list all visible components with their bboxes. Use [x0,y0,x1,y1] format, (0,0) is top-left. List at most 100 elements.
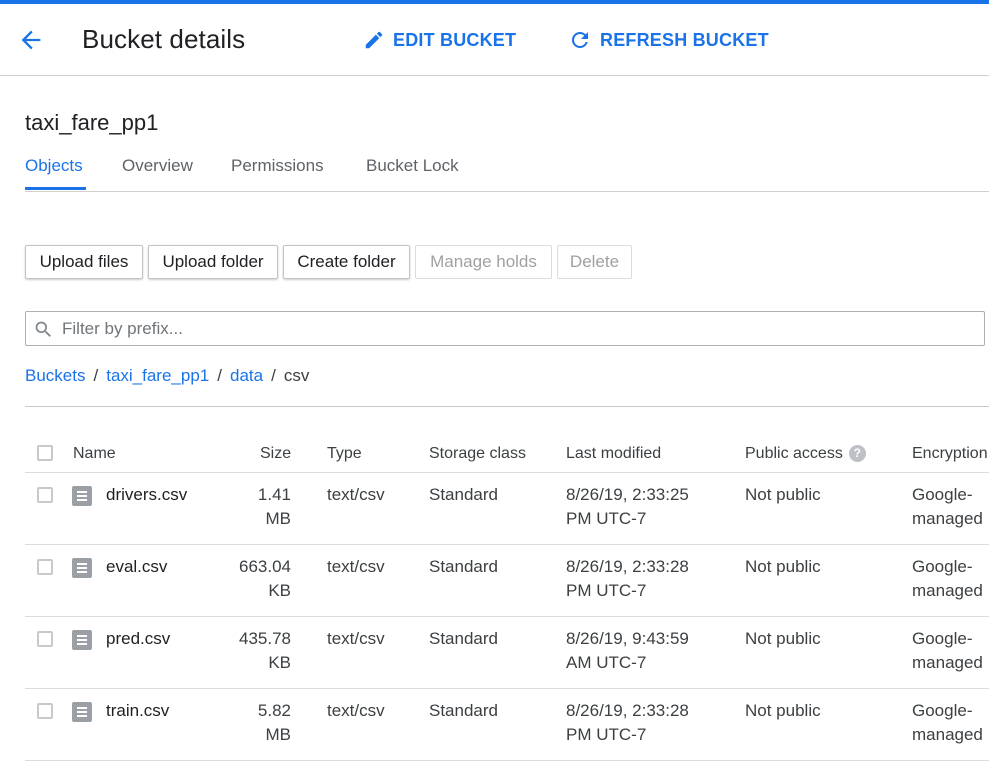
file-type: text/csv [327,485,385,504]
filter-input[interactable] [62,312,962,345]
file-icon [72,630,92,650]
public-access: Not public [745,557,821,576]
encryption-line1: Google- [912,701,973,720]
col-name[interactable]: Name [73,445,116,463]
create-folder-button[interactable]: Create folder [283,245,410,279]
file-size-unit: KB [268,581,291,600]
public-access: Not public [745,701,821,720]
divider [25,406,989,407]
file-size: 5.82 MB [215,699,291,747]
modified-zone: PM UTC-7 [566,581,647,600]
file-name[interactable]: train.csv [106,699,169,723]
table-row[interactable]: eval.csv 663.04 KB text/csv Standard 8/26… [25,545,989,617]
pencil-icon [365,31,383,49]
modified-zone: PM UTC-7 [566,725,647,744]
file-type: text/csv [327,629,385,648]
upload-folder-button[interactable]: Upload folder [148,245,278,279]
file-type: text/csv [327,557,385,576]
storage-class: Standard [429,557,498,576]
row-checkbox[interactable] [37,631,53,647]
breadcrumb: Buckets / taxi_fare_pp1 / data / csv [25,366,309,386]
file-icon [72,558,92,578]
page-header: Bucket details EDIT BUCKET REFRESH BUCKE… [0,4,989,76]
delete-button[interactable]: Delete [557,245,632,279]
encryption-line2: managed [912,509,983,528]
encryption: Google-managed [912,555,989,603]
select-all-checkbox[interactable] [37,445,53,461]
modified-date: 8/26/19, 2:33:28 [566,557,689,576]
tab-permissions[interactable]: Permissions [231,156,324,176]
file-size-value: 435.78 [239,629,291,648]
file-type: text/csv [327,701,385,720]
col-storage-class[interactable]: Storage class [429,445,526,463]
filter-box [25,311,985,346]
refresh-bucket-label: REFRESH BUCKET [600,29,769,50]
storage-class: Standard [429,485,498,504]
row-checkbox[interactable] [37,703,53,719]
encryption-line1: Google- [912,557,973,576]
table-row[interactable]: pred.csv 435.78 KB text/csv Standard 8/26… [25,617,989,689]
file-size: 435.78 KB [215,627,291,675]
bucket-name: taxi_fare_pp1 [25,110,159,135]
file-icon [72,486,92,506]
encryption-line2: managed [912,725,983,744]
breadcrumb-data[interactable]: data [230,366,263,385]
col-type[interactable]: Type [327,445,362,463]
help-icon[interactable]: ? [848,445,866,463]
col-size[interactable]: Size [260,445,291,463]
page-title: Bucket details [82,24,246,54]
last-modified: 8/26/19, 2:33:25 PM UTC-7 [566,483,716,531]
encryption: Google-managed [912,699,989,747]
file-name[interactable]: pred.csv [106,627,170,651]
breadcrumb-bucket[interactable]: taxi_fare_pp1 [106,366,209,385]
upload-files-button[interactable]: Upload files [25,245,143,279]
col-last-modified[interactable]: Last modified [566,445,661,463]
modified-date: 8/26/19, 2:33:25 [566,485,689,504]
last-modified: 8/26/19, 2:33:28 PM UTC-7 [566,699,716,747]
col-public-access[interactable]: Public access? [745,445,866,463]
tab-bar: Objects Overview Permissions Bucket Lock [25,148,989,192]
file-name[interactable]: eval.csv [106,555,167,579]
public-access: Not public [745,485,821,504]
storage-class: Standard [429,701,498,720]
storage-class: Standard [429,629,498,648]
arrow-back-icon [21,30,41,50]
file-name[interactable]: drivers.csv [106,483,187,507]
modified-zone: AM UTC-7 [566,653,647,672]
file-size-value: 1.41 [257,485,291,504]
search-icon [35,321,51,337]
modified-date: 8/26/19, 2:33:28 [566,701,689,720]
file-size-unit: MB [265,725,292,744]
encryption-line1: Google- [912,485,973,504]
breadcrumb-buckets[interactable]: Buckets [25,366,85,385]
encryption-line1: Google- [912,629,973,648]
active-tab-indicator [25,187,86,190]
row-checkbox[interactable] [37,487,53,503]
row-checkbox[interactable] [37,559,53,575]
modified-date: 8/26/19, 9:43:59 [566,629,689,648]
file-size: 1.41 MB [215,483,291,531]
breadcrumb-current: csv [283,366,310,385]
breadcrumb-separator: / [93,366,99,385]
manage-holds-button[interactable]: Manage holds [415,245,552,279]
col-encryption[interactable]: Encryption [912,445,988,463]
tab-objects[interactable]: Objects [25,156,83,176]
file-size-unit: KB [268,653,291,672]
public-access: Not public [745,629,821,648]
file-size: 663.04 KB [215,555,291,603]
refresh-bucket-button[interactable]: REFRESH BUCKET [568,26,769,54]
tab-bucket-lock[interactable]: Bucket Lock [366,156,459,176]
file-size-unit: MB [265,509,292,528]
table-row[interactable]: drivers.csv 1.41 MB text/csv Standard 8/2… [25,473,989,545]
edit-bucket-label: EDIT BUCKET [393,29,517,50]
edit-bucket-button[interactable]: EDIT BUCKET [363,26,516,54]
col-public-access-label: Public access [745,445,843,462]
tab-overview[interactable]: Overview [122,156,193,176]
breadcrumb-separator: / [217,366,222,385]
file-icon [72,702,92,722]
file-size-value: 5.82 [257,701,291,720]
back-button[interactable] [17,26,45,54]
refresh-icon [571,31,588,48]
breadcrumb-separator: / [271,366,276,385]
table-row[interactable]: train.csv 5.82 MB text/csv Standard 8/26/… [25,689,989,761]
